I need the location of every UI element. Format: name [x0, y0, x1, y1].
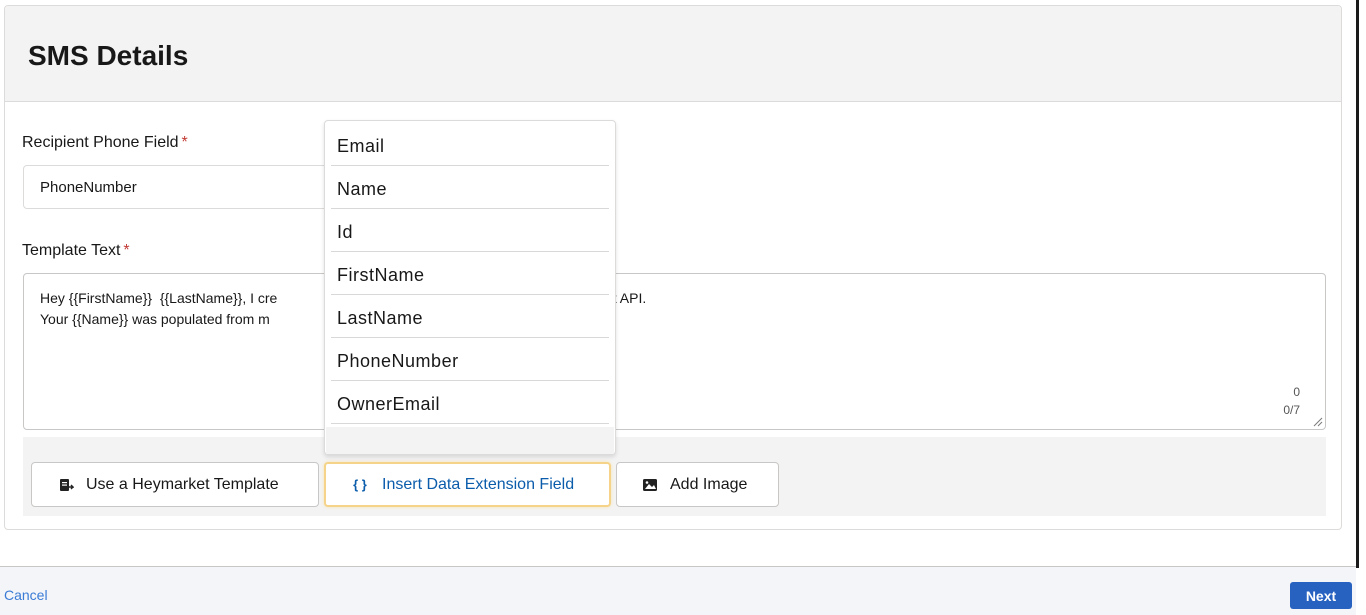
card-header: SMS Details	[5, 6, 1341, 102]
resize-grip-icon[interactable]	[1311, 415, 1323, 427]
add-image-button[interactable]: Add Image	[616, 462, 779, 507]
braces-icon: { }	[353, 477, 367, 492]
dropdown-item-email[interactable]: Email	[331, 123, 609, 166]
template-text-label: Template Text *	[22, 242, 130, 260]
template-text-area[interactable]: Hey {{FirstName}} {{LastName}}, I cre et …	[23, 273, 1326, 430]
use-heymarket-template-label: Use a Heymarket Template	[86, 475, 279, 493]
required-mark: *	[123, 242, 130, 259]
sms-details-card: SMS Details Recipient Phone Field * Phone…	[4, 5, 1342, 530]
dropdown-item-owneremail[interactable]: OwnerEmail	[331, 381, 609, 424]
dropdown-item-id[interactable]: Id	[331, 209, 609, 252]
next-button[interactable]: Next	[1290, 582, 1352, 609]
required-mark: *	[181, 134, 188, 151]
template-icon	[58, 477, 74, 493]
recipient-phone-label-text: Recipient Phone Field	[22, 134, 179, 151]
cancel-link[interactable]: Cancel	[4, 587, 48, 603]
add-image-label: Add Image	[670, 475, 748, 493]
data-extension-field-dropdown: Email Name Id FirstName LastName PhoneNu…	[324, 120, 616, 455]
template-line-1-text: Hey {{FirstName}} {{LastName}}, I cre	[40, 290, 278, 306]
character-counter: 0/7	[1283, 403, 1300, 417]
dropdown-item-phonenumber[interactable]: PhoneNumber	[331, 338, 609, 381]
dropdown-scroll-area[interactable]	[326, 427, 614, 454]
use-heymarket-template-button[interactable]: Use a Heymarket Template	[31, 462, 319, 507]
scrollbar-track[interactable]	[1359, 0, 1366, 615]
insert-data-extension-field-button[interactable]: { } Insert Data Extension Field	[324, 462, 611, 507]
dropdown-item-lastname[interactable]: LastName	[331, 295, 609, 338]
card-title: SMS Details	[28, 40, 189, 71]
recipient-phone-input[interactable]: PhoneNumber	[23, 165, 363, 209]
image-icon	[642, 477, 658, 493]
template-line-2: Your {{Name}} was populated from m	[40, 311, 270, 327]
template-toolbar: Use a Heymarket Template { } Insert Data…	[23, 437, 1326, 516]
template-text-label-text: Template Text	[22, 242, 121, 259]
dropdown-item-name[interactable]: Name	[331, 166, 609, 209]
dropdown-item-firstname[interactable]: FirstName	[331, 252, 609, 295]
recipient-phone-label: Recipient Phone Field *	[22, 134, 188, 152]
template-line-1: Hey {{FirstName}} {{LastName}}, I cre et …	[40, 288, 1325, 309]
footer-bar: Cancel Next	[0, 567, 1356, 615]
insert-data-extension-field-label: Insert Data Extension Field	[382, 475, 575, 493]
